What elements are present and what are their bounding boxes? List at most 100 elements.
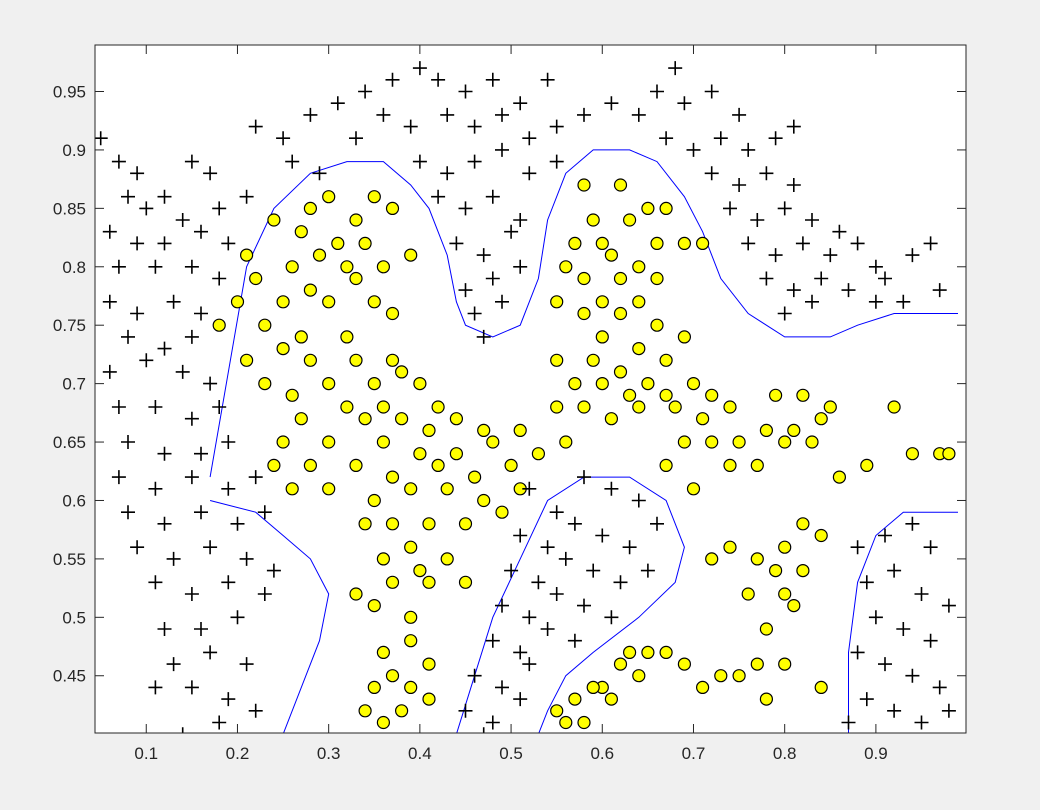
circle-point	[568, 236, 582, 250]
y-tick-label: 0.9	[62, 141, 86, 160]
circle-point	[677, 435, 692, 449]
circle-point	[750, 458, 764, 472]
circle-point	[258, 377, 272, 391]
circle-point	[613, 365, 628, 379]
circle-point	[276, 435, 290, 449]
circle-point	[686, 482, 701, 496]
circle-point	[595, 295, 609, 309]
circle-point	[458, 575, 473, 589]
circle-point	[650, 271, 664, 286]
circle-point	[340, 400, 354, 414]
circle-point	[440, 482, 454, 496]
circle-point	[650, 236, 664, 250]
circle-point	[303, 458, 317, 472]
circle-point	[632, 342, 646, 356]
circle-point	[814, 528, 828, 543]
circle-point	[723, 458, 737, 472]
circle-point	[695, 680, 710, 695]
circle-point	[632, 669, 646, 683]
circle-point	[331, 236, 345, 250]
circle-point	[468, 470, 482, 484]
circle-point	[358, 412, 372, 426]
circle-point	[349, 458, 363, 472]
circle-point	[723, 540, 737, 554]
circle-point	[431, 400, 445, 414]
circle-point	[622, 645, 637, 660]
circle-point	[750, 657, 764, 671]
circle-point	[559, 260, 573, 274]
circle-point	[714, 669, 728, 683]
circle-point	[568, 377, 582, 391]
circle-point	[622, 388, 637, 402]
circle-point	[768, 388, 783, 402]
circle-point	[276, 295, 290, 309]
circle-point	[814, 412, 828, 426]
circle-point	[404, 482, 418, 496]
x-tick-label: 0.5	[499, 744, 523, 763]
circle-point	[285, 388, 299, 402]
x-tick-label: 0.2	[226, 744, 250, 763]
circle-point	[577, 715, 591, 730]
circle-point	[613, 306, 628, 321]
circle-point	[759, 423, 774, 437]
circle-point	[686, 377, 701, 391]
circle-point	[586, 680, 600, 695]
circle-point	[267, 213, 281, 227]
circle-point	[230, 295, 245, 309]
circle-point	[586, 213, 600, 227]
circle-point	[604, 248, 619, 262]
x-tick-label: 0.1	[134, 744, 158, 763]
circle-point	[312, 248, 327, 262]
circle-point	[404, 634, 418, 648]
circle-point	[422, 423, 436, 437]
circle-point	[294, 330, 308, 344]
circle-point	[632, 400, 646, 414]
circle-point	[413, 563, 427, 578]
circle-point	[349, 353, 363, 367]
circle-point	[778, 587, 792, 601]
circle-point	[632, 260, 646, 274]
circle-point	[705, 388, 719, 402]
circle-point	[376, 435, 390, 449]
circle-point	[659, 201, 673, 215]
circle-point	[240, 353, 254, 367]
circle-point	[622, 213, 637, 227]
circle-point	[249, 271, 263, 286]
circle-point	[613, 178, 628, 192]
circle-point	[814, 680, 828, 695]
circle-point	[577, 306, 591, 321]
y-tick-label: 0.85	[53, 199, 86, 218]
circle-point	[322, 377, 336, 391]
circle-point	[294, 225, 308, 239]
circle-point	[595, 236, 609, 250]
circle-point	[759, 622, 774, 636]
circle-point	[303, 201, 317, 215]
circle-point	[367, 377, 381, 391]
circle-point	[395, 412, 409, 426]
circle-point	[550, 704, 564, 718]
circle-point	[376, 400, 390, 414]
y-tick-label: 0.8	[62, 258, 86, 277]
circle-point	[358, 517, 372, 531]
circle-point	[322, 435, 336, 449]
circle-point	[303, 283, 317, 297]
circle-point	[440, 552, 454, 566]
circle-point	[732, 435, 746, 449]
circle-point	[659, 458, 673, 472]
circle-point	[404, 248, 418, 262]
circle-point	[294, 412, 308, 426]
circle-point	[659, 388, 673, 402]
circle-point	[550, 353, 564, 367]
circle-point	[422, 657, 436, 671]
circle-point	[404, 610, 418, 624]
circle-point	[340, 330, 354, 344]
circle-point	[559, 435, 573, 449]
circle-point	[340, 260, 354, 274]
circle-point	[732, 669, 746, 683]
circle-point	[385, 517, 400, 531]
circle-point	[449, 447, 463, 461]
circle-point	[303, 353, 317, 367]
circle-point	[404, 540, 418, 554]
circle-point	[276, 342, 290, 356]
circle-point	[395, 365, 409, 379]
